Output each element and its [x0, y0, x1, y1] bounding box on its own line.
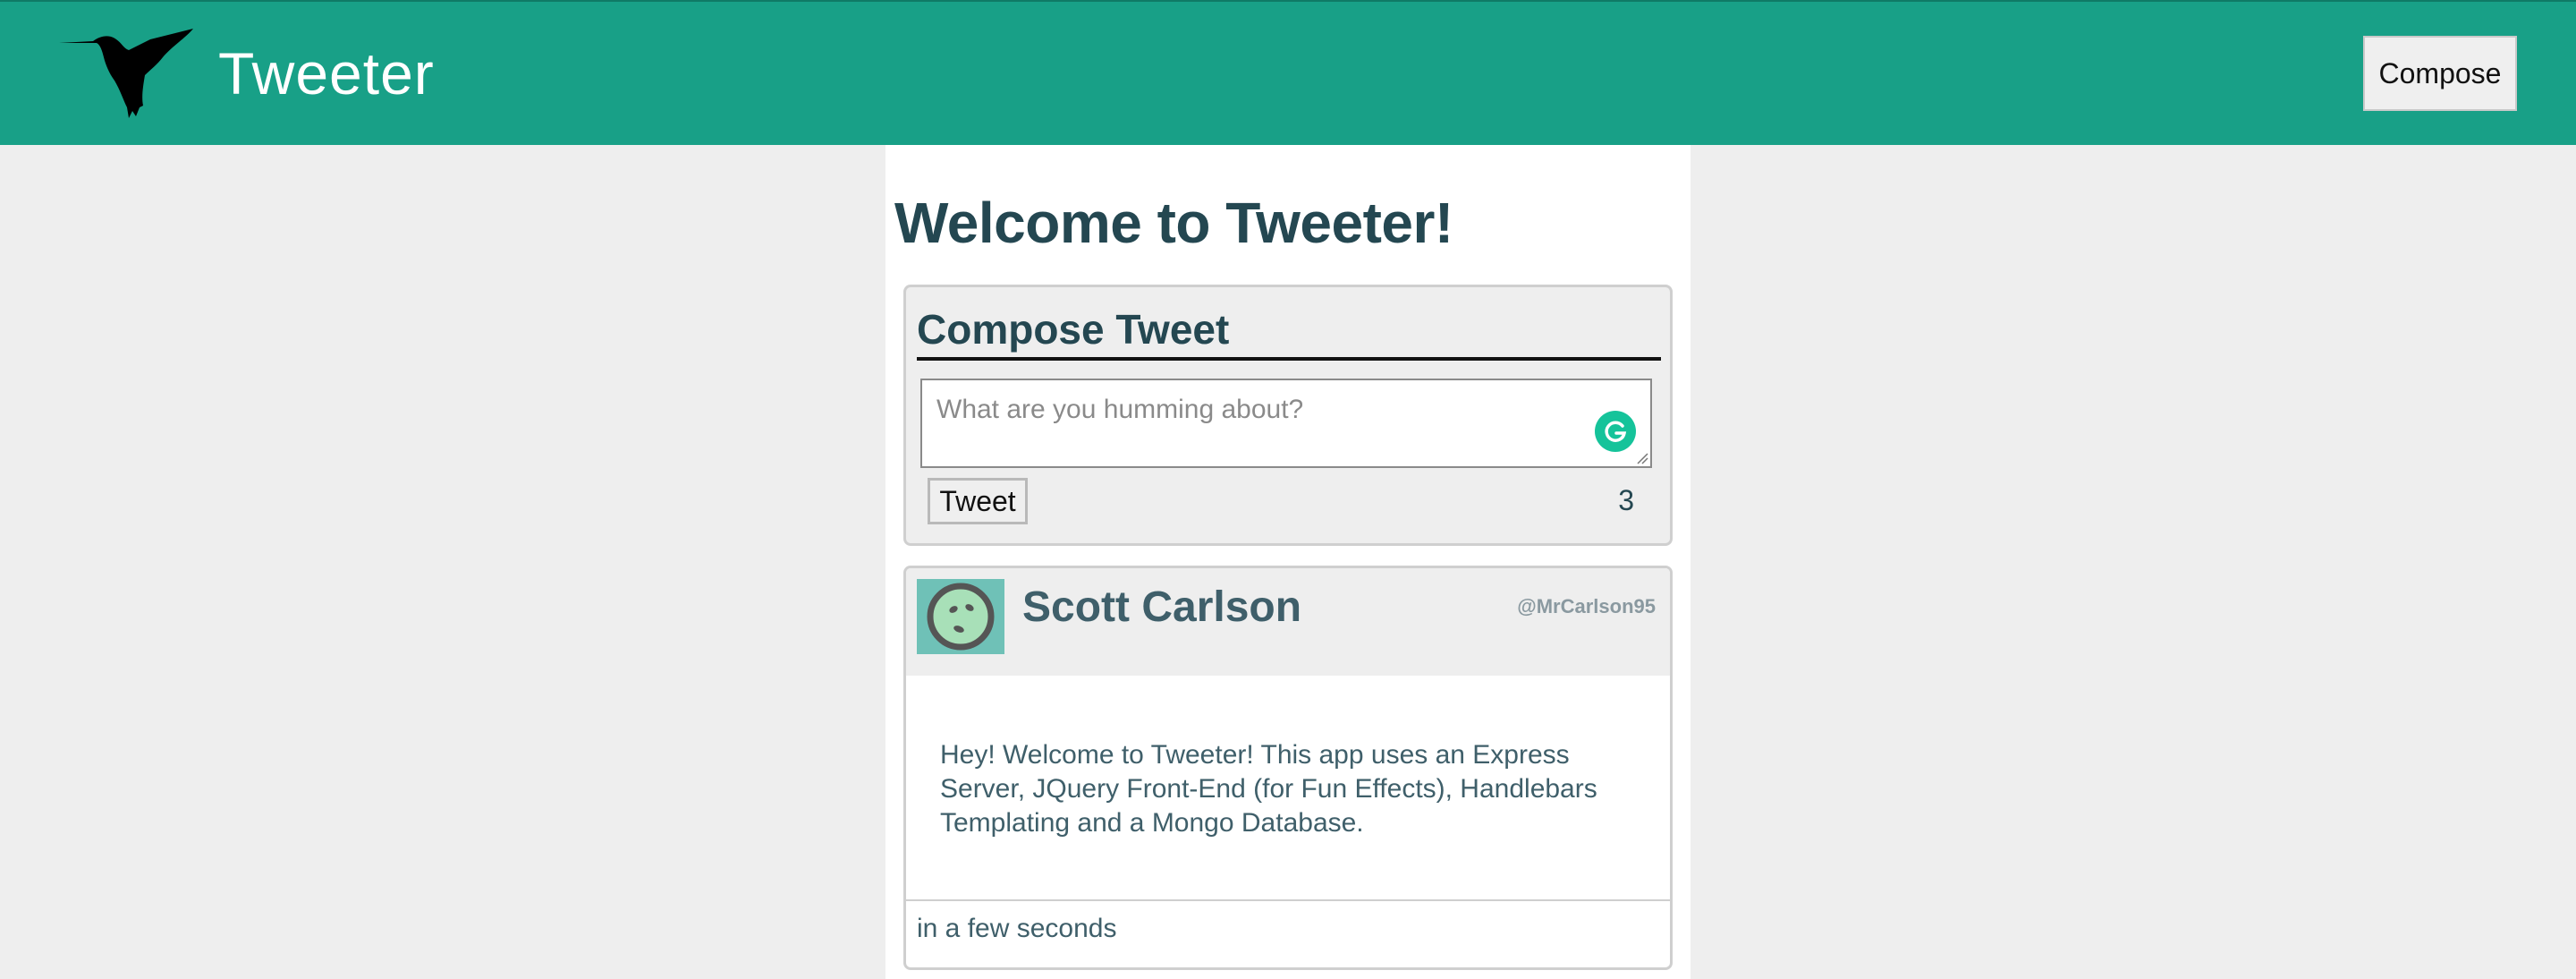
page-title: Welcome to Tweeter!	[894, 191, 1453, 255]
tweet-author-name: Scott Carlson	[1022, 583, 1302, 631]
tweet-footer: in a few seconds	[906, 899, 1670, 967]
character-counter: 3	[1618, 484, 1634, 516]
tweet-author-handle: @MrCarlson95	[1517, 595, 1656, 617]
compose-heading: Compose Tweet	[917, 305, 1661, 361]
compose-tweet-section: Compose Tweet What are you humming about…	[903, 285, 1673, 546]
tweet-body: Hey! Welcome to Tweeter! This app uses a…	[940, 740, 1597, 838]
grammarly-icon[interactable]	[1595, 411, 1636, 452]
tweet-card: Scott Carlson @MrCarlson95 Hey! Welcome …	[903, 566, 1673, 970]
resize-grip-icon[interactable]	[1634, 450, 1648, 464]
hummingbird-icon	[59, 29, 193, 118]
tweet-submit-button[interactable]: Tweet	[928, 478, 1028, 524]
brand-title[interactable]: Tweeter	[218, 36, 435, 111]
main-container: Welcome to Tweeter! Compose Tweet What a…	[886, 145, 1690, 979]
top-nav: Tweeter Compose	[0, 0, 2576, 145]
compose-button[interactable]: Compose	[2363, 36, 2517, 111]
tweet-textarea[interactable]: What are you humming about?	[920, 379, 1652, 468]
tweet-placeholder: What are you humming about?	[936, 395, 1304, 424]
avatar-icon	[917, 579, 1004, 654]
tweet-header: Scott Carlson @MrCarlson95	[906, 568, 1670, 676]
tweet-timestamp: in a few seconds	[917, 914, 1117, 943]
